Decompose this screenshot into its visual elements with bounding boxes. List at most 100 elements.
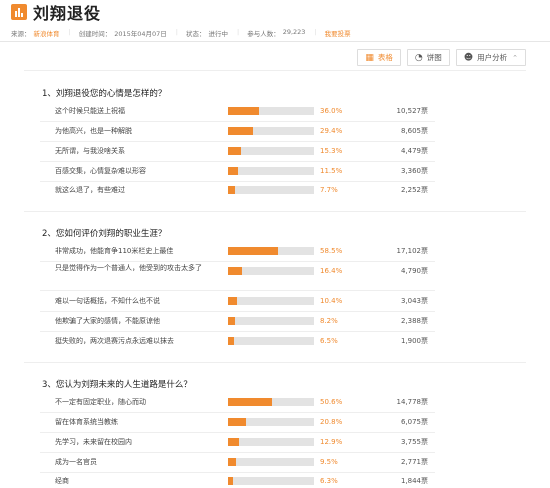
option-percent: 11.5% [320, 167, 343, 175]
option-row: 这个时候只能送上祝福 36.0% 10,527票 [0, 104, 550, 122]
option-votes: 17,102票 [396, 247, 429, 255]
tab-pie[interactable]: ◔ 饼图 [406, 49, 450, 66]
result-bar-fill [228, 317, 236, 325]
option-votes: 4,790票 [400, 267, 428, 275]
result-bar-track [228, 418, 314, 426]
row-divider [40, 181, 435, 182]
option-percent: 36.0% [320, 107, 343, 115]
page-title: 刘翔退役 [33, 4, 102, 23]
result-bar-fill [228, 147, 242, 155]
result-bar-fill [228, 337, 234, 345]
option-label: 难以一句话概括，不知什么也不说 [55, 297, 160, 305]
view-tabs: ▦ 表格 ◔ 饼图 ☻ 用户分析 ⌃ [357, 49, 526, 66]
option-label: 只是觉得作为一个普通人，他受到的攻击太多了 [55, 264, 202, 272]
result-bar-fill [228, 186, 235, 194]
result-bar-track [228, 337, 314, 345]
row-divider [40, 290, 435, 291]
result-bar-track [228, 167, 314, 175]
row-divider [40, 121, 435, 122]
option-votes: 1,844票 [400, 477, 428, 485]
result-bar-fill [228, 297, 237, 305]
result-bar-fill [228, 267, 243, 275]
option-percent: 58.5% [320, 247, 343, 255]
option-votes: 1,900票 [400, 337, 428, 345]
option-votes: 2,252票 [400, 186, 428, 194]
option-label: 百感交集，心情复杂难以形容 [55, 167, 146, 175]
question-title-3: 3、您认为刘翔未来的人生道路是什么？ [42, 380, 192, 390]
option-row: 难以一句话概括，不知什么也不说 10.4% 3,043票 [0, 294, 550, 312]
tab-pie-label: 饼图 [426, 53, 442, 62]
row-divider [40, 412, 435, 413]
source-label: 来源： [11, 30, 31, 38]
row-divider [40, 161, 435, 162]
result-bar-track [228, 127, 314, 135]
row-divider [40, 261, 435, 262]
option-label: 这个时候只能送上祝福 [55, 107, 125, 115]
option-label: 先学习，未来留在校园内 [55, 438, 132, 446]
status-value: 进行中 [208, 30, 229, 38]
option-row: 非常成功，他能育争110米栏史上最佳 58.5% 17,102票 [0, 244, 550, 262]
created-label: 创建时间： [78, 30, 112, 38]
option-row: 无所谓，与我没啥关系 15.3% 4,479票 [0, 144, 550, 162]
option-votes: 2,771票 [400, 458, 428, 466]
option-row: 成为一名官员 9.5% 2,771票 [0, 455, 550, 473]
result-bar-track [228, 297, 314, 305]
option-percent: 16.4% [320, 267, 343, 275]
page-header: 刘翔退役 [11, 2, 102, 23]
source-link[interactable]: 新浪体育 [34, 28, 60, 38]
row-divider [40, 141, 435, 142]
option-votes: 4,479票 [400, 147, 428, 155]
option-votes: 14,778票 [396, 398, 429, 406]
option-label: 无所谓，与我没啥关系 [55, 147, 125, 155]
option-label: 经商 [55, 477, 69, 485]
option-votes: 3,360票 [400, 167, 428, 175]
option-label: 挺失败的，两次退赛污点永远难以抹去 [55, 337, 174, 345]
option-percent: 6.3% [320, 477, 338, 485]
participants-value: 29,223 [282, 28, 306, 36]
status-label: 状态： [186, 30, 206, 38]
row-divider [40, 472, 435, 473]
result-bar-track [228, 267, 314, 275]
chevron-up-icon: ⌃ [512, 53, 518, 62]
result-bar-track [228, 458, 314, 466]
result-bar-fill [228, 247, 279, 255]
created-value: 2015年04月07日 [114, 30, 167, 38]
option-row: 经商 6.3% 1,844票 [0, 474, 550, 488]
poll-meta: 来源： 新浪体育 | 创建时间： 2015年04月07日 | 状态： 进行中 |… [11, 28, 354, 38]
option-row: 为他高兴，也是一种解脱 29.4% 8,605票 [0, 124, 550, 142]
option-label: 不一定有固定职业，随心而动 [55, 398, 146, 406]
meta-divider: | [175, 28, 178, 36]
option-votes: 10,527票 [396, 107, 429, 115]
option-label: 就这么退了，有些难过 [55, 186, 125, 194]
result-bar-fill [228, 438, 240, 446]
vote-link[interactable]: 我要投票 [325, 28, 351, 38]
option-label: 留在体育系统当教练 [55, 418, 118, 426]
option-votes: 6,075票 [400, 418, 428, 426]
question-title-2: 2、您如何评价刘翔的职业生涯？ [42, 229, 167, 239]
result-bar-track [228, 438, 314, 446]
option-row: 只是觉得作为一个普通人，他受到的攻击太多了 16.4% 4,790票 [0, 264, 550, 291]
result-bar-track [228, 398, 314, 406]
option-percent: 9.5% [320, 458, 338, 466]
result-bar-fill [228, 167, 238, 175]
option-votes: 2,388票 [400, 317, 428, 325]
result-bar-fill [228, 398, 272, 406]
tab-user-analysis-label: 用户分析 [477, 53, 508, 62]
option-percent: 20.8% [320, 418, 343, 426]
tab-table[interactable]: ▦ 表格 [357, 49, 401, 66]
result-bar-fill [228, 418, 246, 426]
option-percent: 29.4% [320, 127, 343, 135]
row-divider [40, 311, 435, 312]
result-bar-fill [228, 458, 237, 466]
tabs-divider [24, 70, 526, 71]
section-divider [24, 211, 526, 212]
result-bar-track [228, 186, 314, 194]
result-bar-track [228, 317, 314, 325]
row-divider [40, 452, 435, 453]
option-row: 挺失败的，两次退赛污点永远难以抹去 6.5% 1,900票 [0, 334, 550, 348]
tab-user-analysis[interactable]: ☻ 用户分析 ⌃ [455, 49, 526, 66]
result-bar-track [228, 477, 314, 485]
option-label: 他欺骗了大家的感情，不能原谅他 [55, 317, 160, 325]
meta-divider: | [237, 28, 240, 36]
participants-label: 参与人数： [247, 30, 280, 38]
